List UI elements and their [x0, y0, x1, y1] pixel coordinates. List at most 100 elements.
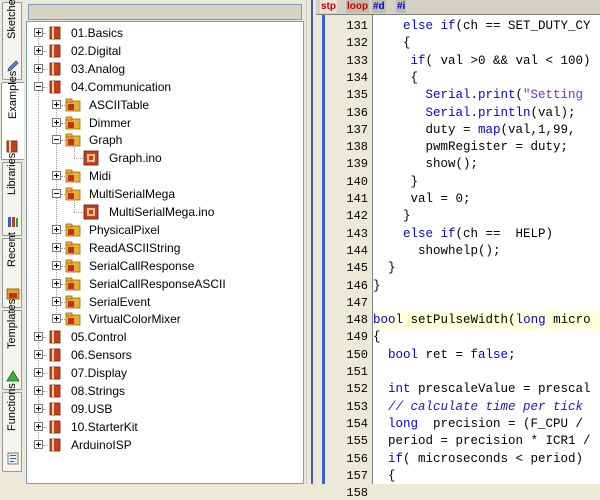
tab-templates[interactable]: Templates — [2, 299, 22, 390]
functions-icon — [7, 452, 19, 465]
code-token: else if — [403, 19, 456, 33]
tree-folder-item[interactable]: Dimmer — [27, 114, 303, 132]
tree-folder-item[interactable]: 07.Display — [27, 364, 303, 382]
tab-libraries[interactable]: Libraries — [2, 153, 22, 236]
code-text-area[interactable]: else if(ch == SET_DUTY_CY { if( val >0 &… — [373, 15, 600, 484]
line-number: 149 — [346, 330, 368, 345]
tree-item-label: 05.Control — [71, 330, 127, 345]
tree-folder-item[interactable]: 08.Strings — [27, 382, 303, 400]
line-number: 145 — [346, 261, 368, 276]
expand-icon[interactable] — [52, 296, 61, 306]
tree-folder-item[interactable]: MultiSerialMega — [27, 185, 303, 203]
expand-icon[interactable] — [52, 260, 61, 270]
tree-folder-item[interactable]: 09.USB — [27, 400, 303, 418]
book-icon — [47, 402, 63, 416]
ino-file-icon — [83, 204, 99, 220]
tree-item-label: MultiSerialMega.ino — [109, 205, 215, 219]
expand-icon[interactable] — [52, 224, 61, 234]
code-line: bool setPulseWidth(long micro — [373, 313, 591, 327]
collapse-icon[interactable] — [52, 135, 61, 145]
tree-folder-item[interactable]: Midi — [27, 167, 303, 185]
line-number: 156 — [346, 451, 368, 466]
tree-folder-item[interactable]: 04.Communication — [27, 78, 303, 96]
tree-folder-item[interactable]: 06.Sensors — [27, 346, 303, 364]
code-token: } — [373, 278, 381, 293]
tree-file-item[interactable]: Graph.ino — [27, 149, 303, 167]
line-number: 135 — [346, 88, 368, 103]
expand-icon[interactable] — [34, 332, 43, 342]
panel-header-bar — [28, 4, 302, 20]
tab-sketches[interactable]: Sketches — [2, 0, 22, 80]
expand-icon[interactable] — [52, 171, 61, 181]
expand-icon[interactable] — [34, 386, 43, 395]
code-token: ( — [515, 88, 524, 103]
tree-folder-item[interactable]: SerialCallResponse — [27, 257, 303, 275]
splitter-bar — [311, 0, 313, 484]
expand-icon[interactable] — [34, 368, 43, 378]
expand-icon[interactable] — [52, 117, 61, 127]
expand-icon[interactable] — [34, 403, 43, 413]
expand-icon[interactable] — [34, 421, 43, 431]
line-number: 136 — [346, 105, 368, 120]
tree-folder-item[interactable]: SerialCallResponseASCII — [27, 275, 303, 293]
expand-icon[interactable] — [52, 242, 61, 252]
tree-item-label: MultiSerialMega — [89, 187, 176, 202]
folder-icon — [65, 116, 81, 130]
code-token: Serial.print — [425, 88, 516, 103]
line-number: 139 — [346, 157, 368, 172]
folder-icon — [65, 241, 81, 255]
code-token: duty = — [373, 122, 479, 137]
code-line: bool ret = false; — [373, 348, 516, 362]
code-line: { — [373, 71, 419, 85]
code-token: // calculate time per tick — [388, 399, 584, 414]
expand-icon[interactable] — [34, 28, 43, 37]
collapse-icon[interactable] — [34, 81, 43, 91]
editor-tab-d[interactable]: #d — [372, 0, 386, 13]
tree-folder-item[interactable]: ASCIITable — [27, 96, 303, 114]
expand-icon[interactable] — [34, 350, 43, 360]
tree-folder-item[interactable]: 01.Basics — [27, 24, 303, 42]
tree-folder-item[interactable]: 03.Analog — [27, 60, 303, 78]
expand-icon[interactable] — [52, 278, 61, 288]
tab-functions[interactable]: Functions — [2, 383, 22, 472]
line-number: 131 — [346, 19, 368, 33]
code-token: (val,1,99, — [500, 122, 576, 137]
tab-examples[interactable]: Examples — [1, 71, 24, 160]
expand-icon[interactable] — [34, 45, 43, 55]
tree-folder-item[interactable]: Graph — [27, 131, 303, 149]
tree-file-item[interactable]: MultiSerialMega.ino — [27, 203, 303, 221]
tree-folder-item[interactable]: SerialEvent — [27, 293, 303, 311]
folder-icon — [65, 223, 81, 237]
tab-recent[interactable]: Recent — [2, 232, 22, 308]
tree-folder-item[interactable]: VirtualColorMixer — [27, 310, 303, 328]
book-icon — [47, 62, 63, 76]
tree-folder-item[interactable]: ReadASCIIString — [27, 239, 303, 257]
expand-icon[interactable] — [52, 314, 61, 324]
editor-tab-i[interactable]: #i — [396, 0, 407, 13]
code-editor[interactable]: stp loop #d #i 131 132 133 134 135 136 137 138 1… — [316, 0, 600, 500]
editor-tab-stp[interactable]: stp — [320, 0, 337, 13]
tree-folder-item[interactable]: 10.StarterKit — [27, 418, 303, 436]
tree-folder-item[interactable]: ArduinoISP — [27, 436, 303, 454]
book-icon — [47, 438, 63, 452]
folder-icon — [65, 98, 81, 112]
examples-tree[interactable]: 01.Basics 02.Digital 03.Analog 04.Communica… — [26, 21, 304, 484]
tree-folder-item[interactable]: 05.Control — [27, 328, 303, 346]
collapse-icon[interactable] — [52, 189, 61, 199]
code-line: period = precision * ICR1 / — [373, 434, 591, 448]
tree-folder-item[interactable]: 02.Digital — [27, 42, 303, 60]
line-number: 152 — [346, 382, 368, 397]
code-line: pwmRegister = duty; — [373, 140, 569, 154]
tab-recent-label: Recent — [6, 232, 18, 267]
line-number: 138 — [346, 140, 368, 155]
expand-icon[interactable] — [34, 63, 43, 73]
expand-icon[interactable] — [52, 99, 61, 109]
line-number: 143 — [346, 226, 368, 241]
expand-icon[interactable] — [34, 439, 43, 449]
editor-tab-loop[interactable]: loop — [346, 0, 370, 13]
book-icon — [47, 384, 63, 398]
tree-folder-item[interactable]: PhysicalPixel — [27, 221, 303, 239]
